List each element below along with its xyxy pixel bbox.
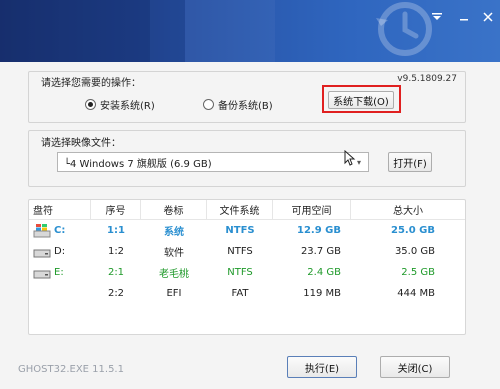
header-drive: 盘符 <box>29 200 91 219</box>
cell-label: 老毛桃 <box>159 269 189 280</box>
ghost-version-label: GHOST32.EXE 11.5.1 <box>18 364 124 375</box>
image-group: 请选择映像文件： └4 Windows 7 旗舰版 (6.9 GB) ▾ 打开(… <box>28 130 466 187</box>
cell-label: EFI <box>166 288 182 299</box>
cell-label: 软件 <box>164 248 184 259</box>
header-filesystem: 文件系统 <box>207 200 273 219</box>
radio-selected-icon <box>85 99 96 110</box>
install-radio[interactable]: 安装系统(R) <box>85 97 155 112</box>
cell-index: 1:2 <box>107 246 125 257</box>
header-banner <box>0 0 500 62</box>
table-row[interactable]: D: 1:2 软件 NTFS 23.7 GB 35.0 GB <box>29 241 465 262</box>
table-row[interactable]: C: 1:1 系统 NTFS 12.9 GB 25.0 GB <box>29 220 465 241</box>
cell-filesystem: NTFS <box>227 267 253 278</box>
cell-index: 1:1 <box>107 225 125 236</box>
image-select[interactable]: └4 Windows 7 旗舰版 (6.9 GB) ▾ <box>57 152 369 172</box>
header-index: 序号 <box>91 200 141 219</box>
partition-table: 盘符 序号 卷标 文件系统 可用空间 总大小 C: 1:1 系统 NTFS 12… <box>28 199 466 335</box>
cell-filesystem: NTFS <box>225 225 255 236</box>
install-radio-label: 安装系统(R) <box>100 101 155 112</box>
cell-index: 2:1 <box>107 267 125 278</box>
backup-radio-label: 备份系统(B) <box>218 101 273 112</box>
system-download-button[interactable]: 系统下载(O) <box>328 91 394 109</box>
execute-button[interactable]: 执行(E) <box>287 356 357 378</box>
cell-total: 35.0 GB <box>394 246 435 257</box>
cell-index: 2:2 <box>107 288 125 299</box>
backup-radio[interactable]: 备份系统(B) <box>203 97 273 112</box>
header-label: 卷标 <box>141 200 207 219</box>
table-row[interactable]: E: 2:1 老毛桃 NTFS 2.4 GB 2.5 GB <box>29 262 465 283</box>
radio-unselected-icon <box>203 99 214 110</box>
operation-title: 请选择您需要的操作： <box>41 78 141 89</box>
app-window: 请选择您需要的操作： v9.5.1809.27 安装系统(R) 备份系统(B) … <box>0 0 500 389</box>
mouse-cursor-icon <box>344 150 356 166</box>
windows-drive-icon <box>33 223 51 237</box>
cell-filesystem: NTFS <box>227 246 253 257</box>
minimize-icon[interactable] <box>456 10 472 24</box>
close-button[interactable]: 关闭(C) <box>380 356 450 378</box>
drive-icon <box>33 249 51 257</box>
drive-letter: E: <box>54 267 64 278</box>
drive-letter: D: <box>54 246 66 257</box>
cell-free: 119 MB <box>303 288 341 299</box>
close-icon[interactable] <box>480 10 496 24</box>
cell-filesystem: FAT <box>231 288 249 299</box>
header-free-space: 可用空间 <box>273 200 351 219</box>
menu-dropdown-icon[interactable] <box>429 10 445 24</box>
drive-letter: C: <box>54 225 66 236</box>
cell-free: 12.9 GB <box>297 225 341 236</box>
cell-total: 2.5 GB <box>401 267 435 278</box>
image-select-value: └4 Windows 7 旗舰版 (6.9 GB) <box>64 158 212 170</box>
table-header: 盘符 序号 卷标 文件系统 可用空间 总大小 <box>29 200 465 220</box>
header-total-size: 总大小 <box>393 206 423 217</box>
version-label: v9.5.1809.27 <box>397 74 457 84</box>
cell-free: 2.4 GB <box>307 267 341 278</box>
cell-total: 444 MB <box>397 288 435 299</box>
open-button[interactable]: 打开(F) <box>388 152 432 172</box>
image-title: 请选择映像文件： <box>41 138 121 149</box>
cell-label: 系统 <box>164 227 184 238</box>
table-row[interactable]: 2:2 EFI FAT 119 MB 444 MB <box>29 283 465 304</box>
drive-icon <box>33 270 51 278</box>
operation-group: 请选择您需要的操作： v9.5.1809.27 安装系统(R) 备份系统(B) … <box>28 71 466 123</box>
cell-free: 23.7 GB <box>300 246 341 257</box>
cell-total: 25.0 GB <box>391 225 435 236</box>
